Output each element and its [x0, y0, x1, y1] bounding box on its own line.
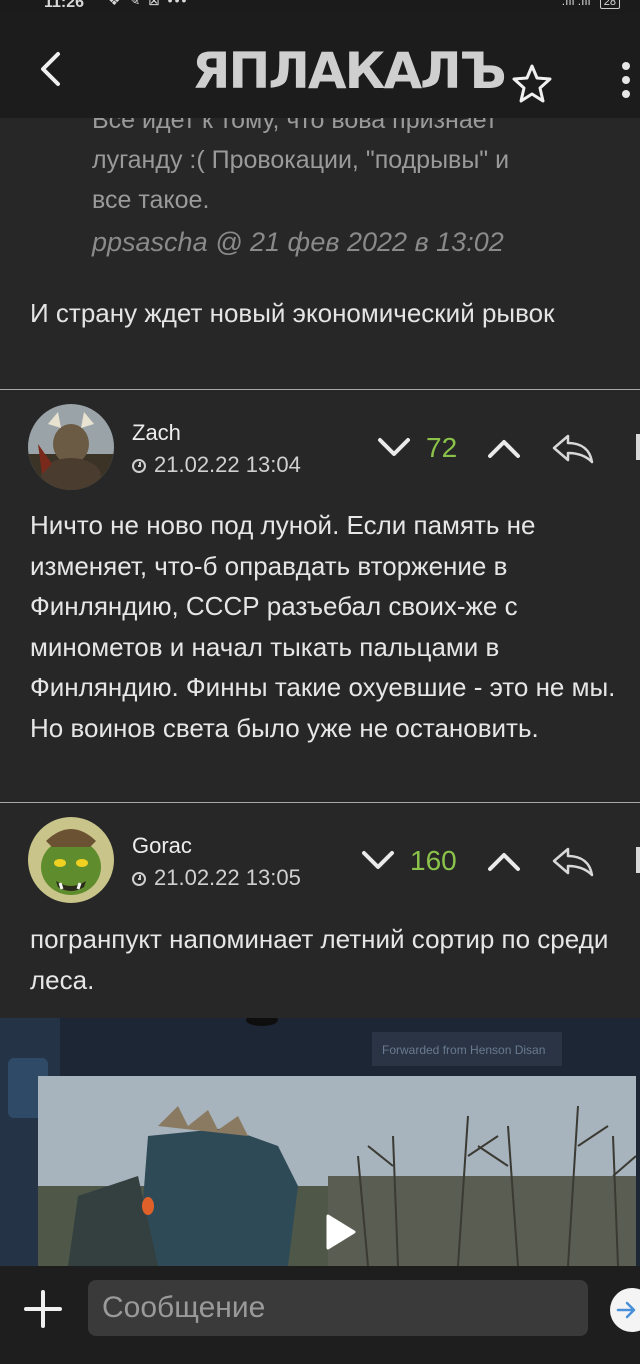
chevron-up-icon — [488, 853, 520, 871]
battery-icon: 28 — [599, 0, 620, 9]
upvote-button[interactable] — [482, 839, 526, 883]
comment-header: Gorac 21.02.22 13:05 160 — [0, 815, 640, 911]
date-text: 21.02.22 13:04 — [154, 452, 301, 477]
reply-button[interactable] — [550, 839, 594, 883]
comment-text: погранпукт напоминает летний сортир по с… — [30, 924, 609, 995]
top-bar: ЯПЛАКАЛЪ — [0, 14, 640, 118]
reply-icon — [552, 847, 594, 877]
avatar[interactable] — [28, 404, 114, 490]
reply-text: И страну ждет новый экономический рывок — [30, 298, 555, 328]
more-icon[interactable] — [630, 432, 640, 462]
send-icon — [616, 1301, 636, 1319]
attach-button[interactable] — [22, 1288, 64, 1330]
score: 160 — [410, 845, 457, 876]
favorite-button[interactable] — [510, 62, 554, 106]
quote-line: все такое. — [92, 186, 210, 214]
video-caption: Forwarded from Henson Disan — [382, 1043, 545, 1057]
signal-icon: .ııl .ııl — [561, 0, 591, 8]
comment-divider — [0, 389, 640, 390]
star-icon — [512, 64, 552, 103]
comment-text: Ничто не ново под луной. Если память не … — [30, 510, 616, 743]
plus-icon — [24, 1290, 62, 1328]
chevron-up-icon — [488, 440, 520, 458]
menu-icon — [622, 62, 630, 70]
site-logo[interactable]: ЯПЛАКАЛЪ — [192, 44, 507, 108]
message-composer — [0, 1266, 640, 1364]
date-text: 21.02.22 13:05 — [154, 865, 301, 890]
comment-date: 21.02.22 13:04 — [132, 452, 301, 478]
play-icon — [326, 1214, 356, 1250]
comment-date: 21.02.22 13:05 — [132, 865, 301, 891]
comment-divider — [0, 802, 640, 803]
play-button[interactable] — [318, 1210, 362, 1254]
chevron-down-icon — [362, 851, 394, 869]
username[interactable]: Gorac — [132, 833, 192, 859]
status-right: .ııl .ııl 28 — [562, 0, 620, 9]
message-input[interactable] — [88, 1280, 588, 1336]
downvote-button[interactable] — [372, 426, 416, 470]
downvote-button[interactable] — [356, 839, 400, 883]
clock-icon — [132, 459, 146, 473]
score: 72 — [426, 432, 458, 463]
status-bar: 11:26 ❖ ✎ ⊠ ••• .ııl .ııl 28 — [0, 0, 640, 14]
status-time: 11:26 — [44, 0, 85, 11]
clock-icon — [132, 872, 146, 886]
comment-header: Zach 21.02.22 13:04 72 — [0, 402, 640, 498]
menu-button[interactable] — [612, 56, 640, 106]
reply-icon — [552, 434, 594, 464]
reply-button[interactable] — [550, 426, 594, 470]
status-icons: ❖ ✎ ⊠ ••• — [108, 0, 189, 8]
back-button[interactable] — [30, 44, 70, 94]
quote-author[interactable]: ppsascha @ 21 фев 2022 в 13:02 — [92, 222, 612, 262]
avatar[interactable] — [28, 817, 114, 903]
quoted-message: Все идет к тому, что вова признает луган… — [92, 100, 612, 262]
chevron-down-icon — [378, 438, 410, 456]
more-icon[interactable] — [630, 845, 640, 875]
back-icon — [41, 52, 60, 86]
quote-line: луганду :( Провокации, "подрывы" и — [92, 146, 510, 174]
username[interactable]: Zach — [132, 420, 181, 446]
upvote-button[interactable] — [482, 426, 526, 470]
video-embed[interactable]: Forwarded from Henson Disan — [0, 1018, 640, 1266]
send-button[interactable] — [610, 1288, 640, 1332]
